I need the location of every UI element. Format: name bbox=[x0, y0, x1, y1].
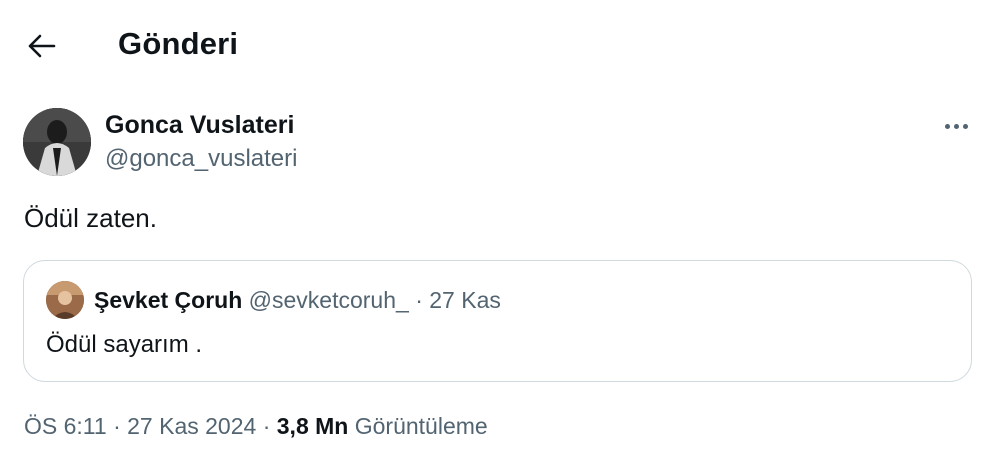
quoted-author-name[interactable]: Şevket Çoruh bbox=[94, 287, 242, 313]
quoted-tweet-text: Ödül sayarım . bbox=[46, 331, 203, 358]
quoted-tweet-meta: Şevket Çoruh @sevketcoruh_ · 27 Kas bbox=[94, 287, 501, 314]
quoted-meta-separator: · bbox=[415, 287, 423, 313]
tweet-date[interactable]: 27 Kas 2024 bbox=[127, 413, 256, 439]
tweet-time[interactable]: ÖS 6:11 bbox=[24, 413, 107, 439]
views-count: 3,8 Mn bbox=[276, 413, 349, 439]
tweet-meta-line: ÖS 6:11 · 27 Kas 2024 · 3,8 Mn Görüntüle… bbox=[24, 413, 488, 440]
author-handle[interactable]: @gonca_vuslateri bbox=[105, 145, 297, 173]
quoted-tweet-card[interactable]: Şevket Çoruh @sevketcoruh_ · 27 Kas Ödül… bbox=[23, 260, 972, 382]
quoted-author-handle[interactable]: @sevketcoruh_ bbox=[249, 287, 409, 313]
meta-separator: · bbox=[262, 413, 271, 439]
tweet-text: Ödül zaten. bbox=[24, 203, 157, 233]
views-label: Görüntüleme bbox=[354, 413, 488, 439]
quoted-tweet-date[interactable]: 27 Kas bbox=[429, 287, 501, 313]
arrow-left-icon bbox=[28, 34, 56, 58]
page-title: Gönderi bbox=[118, 26, 239, 61]
meta-separator: · bbox=[113, 413, 121, 439]
page-header: Gönderi bbox=[0, 0, 1000, 88]
author-avatar[interactable] bbox=[23, 108, 91, 176]
more-options-button[interactable] bbox=[936, 112, 976, 140]
author-display-name[interactable]: Gonca Vuslateri bbox=[105, 111, 294, 140]
more-horizontal-icon bbox=[944, 123, 950, 129]
quoted-author-avatar[interactable] bbox=[46, 281, 84, 319]
back-button[interactable] bbox=[22, 26, 62, 66]
